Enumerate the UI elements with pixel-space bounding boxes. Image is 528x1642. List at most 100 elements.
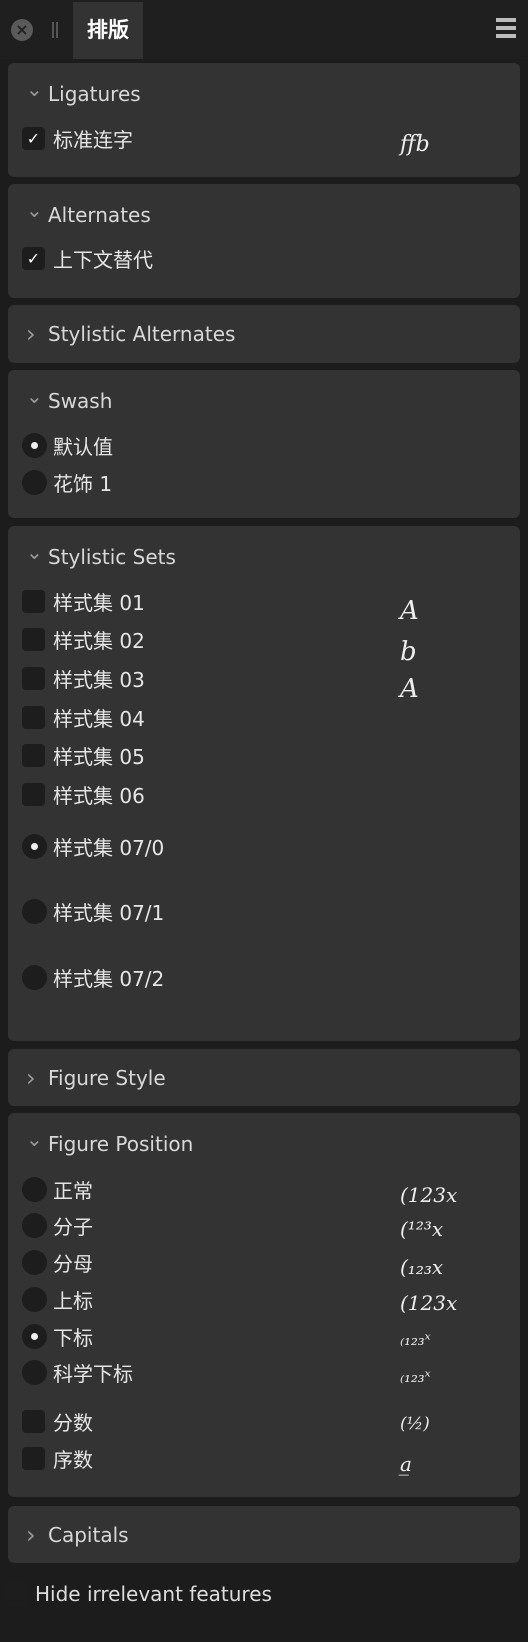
section-title: Figure Style — [48, 1066, 166, 1090]
radio-button[interactable] — [22, 833, 47, 859]
close-icon[interactable]: × — [11, 19, 33, 41]
checkbox[interactable]: ✓ — [22, 126, 45, 150]
radio-option[interactable]: 下标 — [22, 1322, 93, 1350]
section-header[interactable]: › Capitals — [26, 1520, 129, 1550]
checkbox-box[interactable] — [4, 1582, 27, 1606]
radio-button[interactable] — [22, 432, 47, 458]
checkbox[interactable] — [22, 1446, 45, 1470]
radio-button[interactable] — [22, 898, 47, 924]
radio-button[interactable] — [22, 469, 47, 495]
checkbox-option[interactable]: 序数 — [22, 1444, 93, 1472]
checkbox[interactable] — [22, 666, 45, 690]
checkbox-option[interactable]: 样式集 03 — [22, 664, 145, 692]
option-label: 序数 — [53, 1447, 93, 1472]
hide-irrelevant-features-checkbox[interactable]: Hide irrelevant features — [4, 1582, 272, 1606]
section-header[interactable]: ⌄ Figure Position — [26, 1127, 193, 1159]
option-label: 样式集 07/0 — [53, 835, 165, 860]
radio-option[interactable]: 花饰 1 — [22, 468, 112, 496]
option-label: 分子 — [53, 1214, 93, 1239]
feature-preview-glyph: A — [400, 674, 419, 704]
checkbox[interactable] — [22, 1409, 45, 1433]
checkbox-option[interactable]: 样式集 02 — [22, 625, 145, 653]
chevron-right-icon: › — [26, 1521, 36, 1549]
section-title: Stylistic Alternates — [48, 322, 236, 346]
radio-option[interactable]: 分子 — [22, 1211, 93, 1239]
radio-button[interactable] — [22, 1212, 47, 1238]
radio-option[interactable]: 默认值 — [22, 431, 113, 459]
feature-preview-glyph: b — [400, 637, 417, 667]
feature-preview-glyph: (½) — [400, 1414, 430, 1434]
option-label: 样式集 05 — [53, 744, 145, 769]
option-label: 默认值 — [53, 434, 113, 459]
section-stylistic-alternates: › Stylistic Alternates — [8, 305, 520, 363]
option-label: 正常 — [53, 1178, 93, 1203]
radio-button[interactable] — [22, 1359, 47, 1385]
section-ligatures: ⌄ Ligatures ✓ 标准连字 ﬀb — [8, 63, 520, 177]
hamburger-menu-icon[interactable] — [496, 18, 516, 38]
option-label: 科学下标 — [53, 1361, 133, 1386]
checkbox-option[interactable]: 样式集 04 — [22, 703, 145, 731]
section-header[interactable]: ⌄ Alternates — [26, 198, 151, 230]
radio-button[interactable] — [22, 1176, 47, 1202]
radio-option[interactable]: 样式集 07/2 — [22, 963, 164, 991]
drag-handle-icon[interactable] — [52, 22, 58, 38]
feature-preview-glyph: (₁₂₃x — [400, 1255, 444, 1279]
chevron-right-icon: › — [26, 320, 36, 348]
option-label: 花饰 1 — [53, 471, 113, 496]
option-label: 样式集 04 — [53, 706, 145, 731]
option-label: 分数 — [53, 1410, 93, 1435]
panel-header: × 排版 — [0, 0, 528, 59]
checkbox[interactable] — [22, 782, 45, 806]
checkbox[interactable]: ✓ — [22, 246, 45, 270]
option-label: 分母 — [53, 1251, 93, 1276]
section-swash: ⌄ Swash 默认值花饰 1 — [8, 370, 520, 518]
section-figure-position: ⌄ Figure Position 正常分子分母上标下标科学下标分数序数 (123x (… — [8, 1113, 520, 1497]
section-header[interactable]: › Figure Style — [26, 1063, 166, 1093]
section-header[interactable]: ⌄ Ligatures — [26, 77, 141, 109]
radio-option[interactable]: 分母 — [22, 1248, 93, 1276]
section-title: Swash — [48, 389, 113, 413]
chevron-right-icon: › — [26, 1064, 36, 1092]
checkbox-option[interactable]: ✓ 上下文替代 — [22, 244, 153, 272]
section-stylistic-sets: ⌄ Stylistic Sets 样式集 01 样式集 02 样式集 03 样式集 04 样… — [8, 526, 520, 1041]
radio-option[interactable]: 样式集 07/1 — [22, 897, 164, 925]
section-header[interactable]: › Stylistic Alternates — [26, 319, 235, 349]
checkbox-option[interactable]: 样式集 01 — [22, 587, 145, 615]
feature-preview-glyph: ₍₁₂₃ˣ — [400, 1330, 431, 1350]
radio-button[interactable] — [22, 1286, 47, 1312]
radio-option[interactable]: 样式集 07/0 — [22, 832, 164, 860]
section-title: Ligatures — [48, 82, 141, 106]
feature-preview-glyph: ₍₁₂₃ˣ — [400, 1367, 431, 1387]
tab-typography[interactable]: 排版 — [73, 2, 143, 59]
checkbox[interactable] — [22, 627, 45, 651]
option-label: 样式集 07/1 — [53, 900, 165, 925]
checkbox[interactable] — [22, 589, 45, 613]
checkbox-option[interactable]: ✓ 标准连字 — [22, 124, 133, 152]
checkbox[interactable] — [22, 705, 45, 729]
radio-option[interactable]: 科学下标 — [22, 1358, 133, 1386]
checkbox-option[interactable]: 样式集 06 — [22, 780, 145, 808]
option-label: 样式集 03 — [53, 667, 145, 692]
option-label: 样式集 07/2 — [53, 966, 165, 991]
section-header[interactable]: ⌄ Stylistic Sets — [26, 540, 176, 572]
radio-button[interactable] — [22, 1249, 47, 1275]
radio-button[interactable] — [22, 964, 47, 990]
option-label: 样式集 01 — [53, 590, 145, 615]
radio-button[interactable] — [22, 1323, 47, 1349]
radio-option[interactable]: 正常 — [22, 1175, 93, 1203]
chevron-down-icon: ⌄ — [26, 77, 43, 101]
section-capitals: › Capitals — [8, 1506, 520, 1563]
option-label: 下标 — [53, 1325, 93, 1350]
feature-preview-glyph: (123x — [400, 1183, 458, 1207]
checkbox[interactable] — [22, 743, 45, 767]
checkbox-option[interactable]: 分数 — [22, 1407, 93, 1435]
section-title: Alternates — [48, 203, 151, 227]
section-alternates: ⌄ Alternates ✓ 上下文替代 — [8, 184, 520, 298]
checkbox-option[interactable]: 样式集 05 — [22, 741, 145, 769]
radio-option[interactable]: 上标 — [22, 1285, 93, 1313]
feature-preview-glyph: (¹²³x — [400, 1217, 444, 1241]
feature-preview-glyph: (123x — [400, 1291, 458, 1315]
chevron-down-icon: ⌄ — [26, 540, 43, 564]
hide-irrelevant-features-label: Hide irrelevant features — [35, 1582, 272, 1606]
section-header[interactable]: ⌄ Swash — [26, 384, 113, 416]
